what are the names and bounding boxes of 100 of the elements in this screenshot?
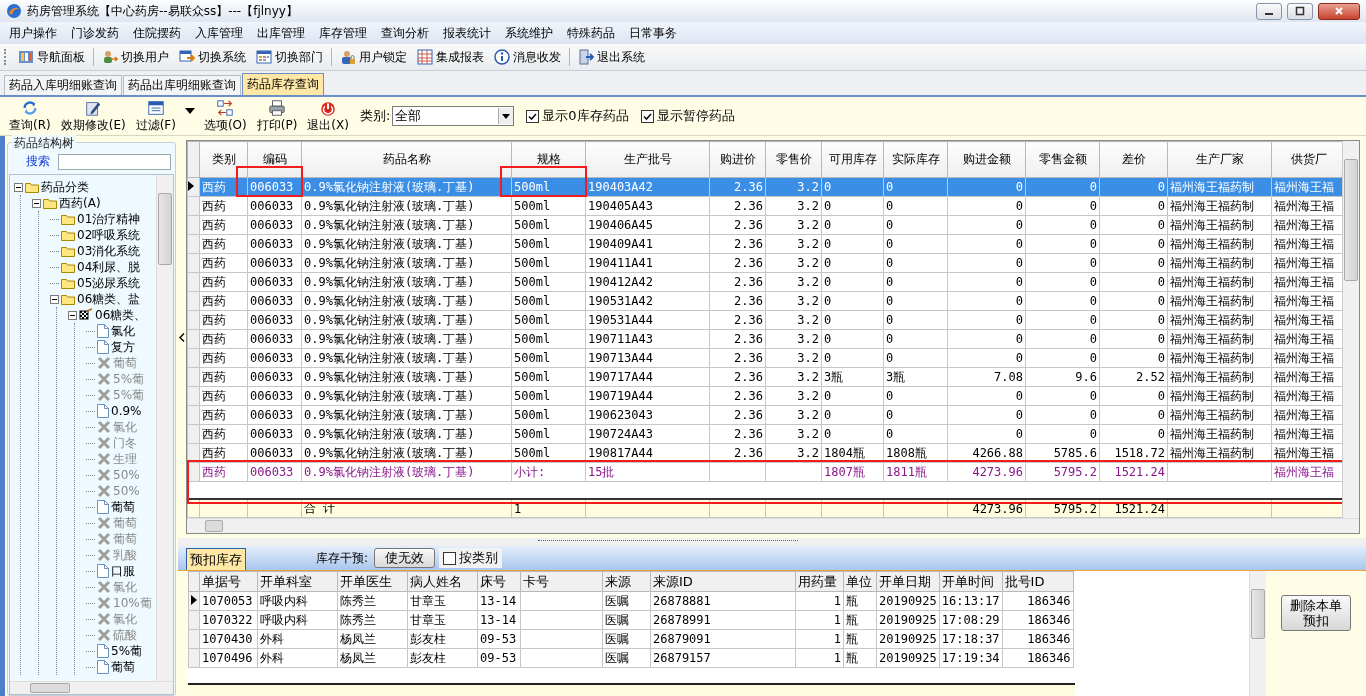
table-cell: 0.9%氯化钠注射液(玻璃.丁基) xyxy=(301,272,512,292)
action-button[interactable]: 查询(R) xyxy=(4,98,56,134)
toolbar-button[interactable]: 切换部门 xyxy=(252,46,327,68)
menu-item[interactable]: 住院摆药 xyxy=(126,24,188,42)
column-header[interactable]: 差价 xyxy=(1099,141,1168,178)
column-header[interactable]: 来源 xyxy=(602,571,651,592)
menu-item[interactable]: 查询分析 xyxy=(374,24,436,42)
tree-item[interactable]: 05泌尿系统 xyxy=(77,274,141,292)
toolbar-button[interactable]: 消息收发 xyxy=(490,46,565,68)
column-header[interactable]: 卡号 xyxy=(520,571,603,592)
table-cell: 3.2 xyxy=(765,310,822,330)
tree-item[interactable]: 04利尿、脱 xyxy=(77,258,141,276)
scrollbar[interactable] xyxy=(1342,141,1359,518)
column-header[interactable]: 批号ID xyxy=(1002,571,1074,592)
column-header[interactable]: 可用库存 xyxy=(821,141,884,178)
tree-item[interactable]: 药品分类 xyxy=(41,178,89,196)
column-header[interactable]: 开单医生 xyxy=(337,571,408,592)
menu-item[interactable]: 入库管理 xyxy=(188,24,250,42)
column-header[interactable]: 开单日期 xyxy=(876,571,940,592)
tab[interactable]: 药品入库明细账查询 xyxy=(4,75,122,95)
tree-item[interactable]: 02呼吸系统 xyxy=(77,226,141,244)
column-header[interactable]: 规格 xyxy=(511,141,586,178)
action-button[interactable]: 选项(O) xyxy=(198,98,252,134)
tree-item[interactable]: 葡萄 xyxy=(111,498,135,516)
column-header[interactable]: 床号 xyxy=(477,571,521,592)
search-link[interactable]: 搜索 xyxy=(26,153,50,170)
column-header[interactable]: 开单时间 xyxy=(939,571,1003,592)
column-header[interactable]: 零售价 xyxy=(765,141,822,178)
column-header[interactable]: 生产批号 xyxy=(585,141,710,178)
action-button[interactable]: 过滤(F) xyxy=(130,98,181,134)
scrollbar[interactable] xyxy=(10,681,173,694)
action-button[interactable]: 退出(X) xyxy=(302,98,354,134)
column-header[interactable]: 单据号 xyxy=(199,571,258,592)
tree-item[interactable]: 葡萄 xyxy=(111,658,135,676)
tree-item[interactable]: 复方 xyxy=(111,338,135,356)
menu-item[interactable]: 日常事务 xyxy=(622,24,684,42)
tree-item[interactable]: 5%葡 xyxy=(111,642,143,660)
search-field[interactable] xyxy=(58,153,171,170)
checkbox[interactable] xyxy=(526,109,540,123)
tab[interactable]: 预扣库存 xyxy=(186,548,246,570)
menu-item[interactable]: 特殊药品 xyxy=(560,24,622,42)
scrollbar[interactable] xyxy=(1249,571,1266,696)
tab[interactable]: 药品出库明细账查询 xyxy=(123,75,241,95)
checkbox[interactable] xyxy=(443,551,457,565)
action-button[interactable]: 打印(P) xyxy=(251,98,303,134)
collapse-icon[interactable] xyxy=(50,294,59,304)
tree-item[interactable]: 06糖类、 xyxy=(95,306,147,324)
column-header[interactable]: 单位 xyxy=(843,571,877,592)
column-header[interactable]: 开单科室 xyxy=(257,571,338,592)
close-button[interactable] xyxy=(1318,2,1360,20)
column-header[interactable]: 药品名称 xyxy=(301,141,512,178)
delete-button[interactable]: 删除本单预扣 xyxy=(1281,595,1351,631)
collapse-icon[interactable] xyxy=(32,198,41,208)
toolbar-button[interactable]: 导航面板 xyxy=(14,46,89,68)
tree-item[interactable]: 03消化系统 xyxy=(77,242,141,260)
tab[interactable]: 药品库存查询 xyxy=(242,73,324,95)
column-header[interactable]: 供货厂 xyxy=(1271,141,1342,178)
toolbar-button[interactable]: 集成报表 xyxy=(413,46,488,68)
chevron-left-icon[interactable] xyxy=(179,332,185,342)
category-select[interactable]: 全部 xyxy=(392,106,515,126)
toolbar-button[interactable]: 退出系统 xyxy=(574,46,649,68)
collapse-icon[interactable] xyxy=(68,310,77,320)
invalidate-button[interactable]: 使无效 xyxy=(374,548,436,568)
column-header[interactable]: 病人姓名 xyxy=(407,571,478,592)
table-cell: 190711A43 xyxy=(585,329,710,349)
table-cell: 福州海王福药制 xyxy=(1167,443,1272,463)
maximize-button[interactable] xyxy=(1287,2,1313,20)
menu-item[interactable]: 门诊发药 xyxy=(64,24,126,42)
toolbar-button[interactable]: 切换系统 xyxy=(175,46,250,68)
checkbox[interactable] xyxy=(640,109,654,123)
column-header[interactable]: 生产厂家 xyxy=(1167,141,1272,178)
menu-item[interactable]: 用户操作 xyxy=(2,24,64,42)
tree-item[interactable]: 01治疗精神 xyxy=(77,210,141,228)
column-header[interactable]: 实际库存 xyxy=(883,141,948,178)
tree-item[interactable]: 0.9% xyxy=(111,404,142,418)
tree-item[interactable]: 口服 xyxy=(111,562,135,580)
column-header[interactable]: 类别 xyxy=(199,141,248,178)
menu-item[interactable]: 库存管理 xyxy=(312,24,374,42)
table-cell: 1070053 xyxy=(199,591,258,611)
tree-item[interactable]: 氯化 xyxy=(111,322,135,340)
toolbar-button[interactable]: 切换用户 xyxy=(98,46,173,68)
menu-item[interactable]: 出库管理 xyxy=(250,24,312,42)
tree-item[interactable]: 西药(A) xyxy=(59,194,101,212)
column-header[interactable]: 用药量 xyxy=(795,571,844,592)
menu-item[interactable]: 系统维护 xyxy=(498,24,560,42)
scrollbar[interactable] xyxy=(156,175,173,681)
column-header[interactable]: 零售金额 xyxy=(1025,141,1100,178)
action-button[interactable]: 效期修改(E) xyxy=(55,98,131,134)
minimize-button[interactable] xyxy=(1256,2,1282,20)
toolbar-button[interactable]: 用户锁定 xyxy=(336,46,411,68)
menu-item[interactable]: 报表统计 xyxy=(436,24,498,42)
row-indicator[interactable] xyxy=(188,591,200,611)
scrollbar[interactable] xyxy=(187,518,1359,533)
column-header[interactable]: 编码 xyxy=(247,141,302,178)
collapse-icon[interactable] xyxy=(14,182,23,192)
column-header[interactable]: 购进金额 xyxy=(947,141,1026,178)
table-cell: 006033 xyxy=(247,310,302,330)
column-header[interactable]: 购进价 xyxy=(709,141,766,178)
column-header[interactable]: 来源ID xyxy=(650,571,796,592)
tree-item[interactable]: 06糖类、盐 xyxy=(77,290,141,308)
